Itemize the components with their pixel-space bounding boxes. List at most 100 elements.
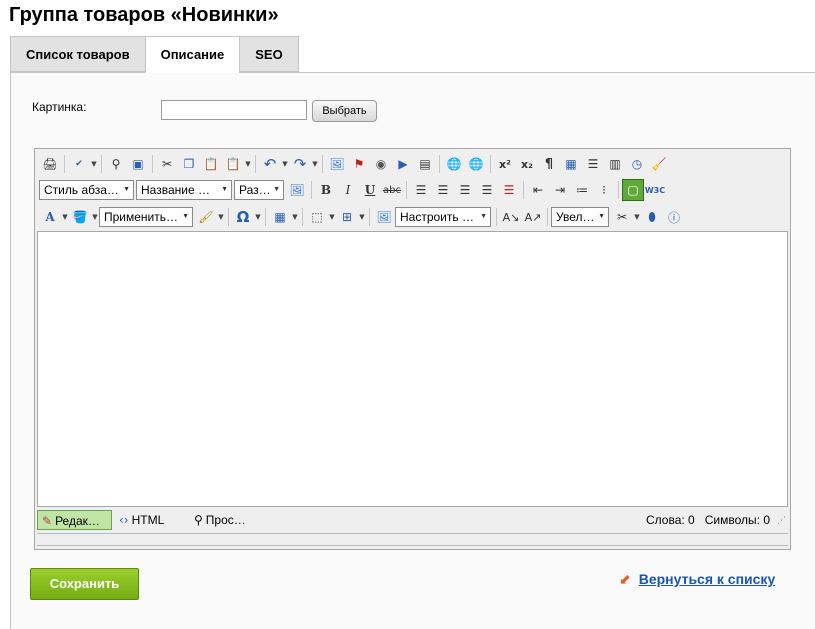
page-break-icon[interactable]: ▥ (604, 153, 626, 175)
back-to-list-link[interactable]: Вернуться к списку (639, 571, 776, 587)
table-properties-dropdown-icon[interactable]: ▼ (328, 206, 336, 228)
insert-element-dropdown-icon[interactable]: ▼ (358, 206, 366, 228)
tab-bar: Список товаров Описание SEO (10, 36, 299, 73)
print-icon[interactable]: 🖨 (39, 153, 61, 175)
magnifier-icon: ⚲ (194, 513, 203, 527)
word-char-counts: Слова: 0 Символы: 0 (646, 513, 770, 527)
line-spacing-icon[interactable]: ☰ (498, 179, 520, 201)
strikethrough-icon[interactable]: abc (381, 179, 403, 201)
paste-icon[interactable]: 📋 (200, 153, 222, 175)
format-brush-icon[interactable]: 🖌 (195, 206, 217, 228)
text-color-dropdown-icon[interactable]: ▼ (61, 206, 69, 228)
toolbar-row-1: 🖨 ✔ ▼ ⚲ ▣ ✂ ❐ 📋 📋 ▼ ↶ ▼ ↷ ▼ 🖼 ⚑ ◉ ▶ ▤ 🌐 … (39, 152, 670, 176)
zoom-select[interactable]: Увел… ▼ (551, 207, 609, 227)
image-input[interactable] (161, 100, 307, 120)
w3c-validate-icon[interactable]: W3C (644, 179, 666, 201)
redo-dropdown-icon[interactable]: ▼ (311, 153, 319, 175)
image-label: Картинка: (32, 100, 87, 114)
back-to-list: ⬋ Вернуться к списку (619, 571, 775, 588)
tab-product-list[interactable]: Список товаров (10, 36, 145, 72)
date-time-icon[interactable]: ◷ (626, 153, 648, 175)
image-editor-icon[interactable]: 🖼 (286, 179, 308, 201)
insert-element-icon[interactable]: ⊞ (336, 206, 358, 228)
toolbar-row-2: Стиль абза… ▼ Название … ▼ Раз… ▼ 🖼 B I U a… (39, 178, 666, 202)
undo-icon[interactable]: ↶ (259, 153, 281, 175)
italic-icon[interactable]: I (337, 179, 359, 201)
align-center-icon[interactable]: ☰ (432, 179, 454, 201)
description-panel: Картинка: Выбрать 🖨 ✔ ▼ ⚲ ▣ ✂ ❐ 📋 📋 ▼ ↶ … (10, 72, 815, 629)
table-icon[interactable]: ▦ (269, 206, 291, 228)
save-button[interactable]: Сохранить (30, 568, 139, 600)
bullet-list-icon[interactable]: ⁝ (593, 179, 615, 201)
paragraph-mark-icon[interactable]: ¶ (538, 153, 560, 175)
spellcheck-icon[interactable]: ✔ (68, 153, 90, 175)
font-name-select[interactable]: Название … ▼ (136, 180, 232, 200)
find-icon[interactable]: ⚲ (105, 153, 127, 175)
outdent-icon[interactable]: ⇤ (527, 179, 549, 201)
font-size-select[interactable]: Раз… ▼ (234, 180, 284, 200)
snippets-icon[interactable]: ✂ (611, 206, 633, 228)
convert-to-upper-icon[interactable]: A↘ (500, 206, 522, 228)
snippets-dropdown-icon[interactable]: ▼ (633, 206, 641, 228)
toggle-borders-icon[interactable]: ▢ (622, 179, 644, 201)
paste-dropdown-icon[interactable]: ▼ (244, 153, 252, 175)
image-map-icon[interactable]: 🖼 (373, 206, 395, 228)
text-color-icon[interactable]: A (39, 206, 61, 228)
table-dropdown-icon[interactable]: ▼ (291, 206, 299, 228)
about-icon[interactable]: ⓘ (663, 206, 685, 228)
code-icon: ‹› (119, 513, 129, 527)
clean-format-icon[interactable]: 🧹 (648, 153, 670, 175)
copy-icon[interactable]: ❐ (178, 153, 200, 175)
mode-preview-button[interactable]: ⚲ Прос… (190, 510, 250, 530)
template-icon[interactable]: ▤ (414, 153, 436, 175)
back-arrow-icon: ⬋ (619, 572, 631, 588)
paragraph-style-select[interactable]: Стиль абза… ▼ (39, 180, 134, 200)
mode-edit-button[interactable]: ✎ Редак… (37, 510, 112, 530)
flash-icon[interactable]: ◉ (370, 153, 392, 175)
cut-icon[interactable]: ✂ (156, 153, 178, 175)
background-color-icon[interactable]: 🪣 (69, 206, 91, 228)
configure-select[interactable]: Настроить … ▼ (395, 207, 491, 227)
editor-content-area[interactable] (37, 231, 788, 507)
unlink-icon[interactable]: 🌐 (465, 153, 487, 175)
apply-style-select[interactable]: Применить… ▼ (99, 207, 193, 227)
resize-grip-icon[interactable]: ⋰ (777, 515, 786, 526)
convert-to-lower-icon[interactable]: A↗ (522, 206, 544, 228)
align-left-icon[interactable]: ☰ (410, 179, 432, 201)
align-justify-icon[interactable]: ☰ (476, 179, 498, 201)
special-char-icon[interactable]: Ω (232, 206, 254, 228)
spellcheck-dropdown-icon[interactable]: ▼ (90, 153, 98, 175)
special-char-dropdown-icon[interactable]: ▼ (254, 206, 262, 228)
align-right-icon[interactable]: ☰ (454, 179, 476, 201)
indent-icon[interactable]: ⇥ (549, 179, 571, 201)
mode-html-button[interactable]: ‹› HTML (115, 510, 168, 530)
image-icon[interactable]: 🖼 (326, 153, 348, 175)
bold-icon[interactable]: B (315, 179, 337, 201)
words-count: Слова: 0 (646, 513, 695, 527)
horizontal-rule-icon[interactable]: ☰ (582, 153, 604, 175)
background-color-dropdown-icon[interactable]: ▼ (91, 206, 99, 228)
link-icon[interactable]: 🌐 (443, 153, 465, 175)
tab-description[interactable]: Описание (144, 36, 240, 73)
redo-icon[interactable]: ↷ (289, 153, 311, 175)
wysiwyg-editor: 🖨 ✔ ▼ ⚲ ▣ ✂ ❐ 📋 📋 ▼ ↶ ▼ ↷ ▼ 🖼 ⚑ ◉ ▶ ▤ 🌐 … (34, 148, 791, 550)
module-manager-icon[interactable]: ⬮ (641, 206, 663, 228)
media-icon[interactable]: ▶ (392, 153, 414, 175)
insert-anchor-icon[interactable]: ⚑ (348, 153, 370, 175)
format-brush-dropdown-icon[interactable]: ▼ (217, 206, 225, 228)
tab-seo[interactable]: SEO (239, 36, 299, 72)
undo-dropdown-icon[interactable]: ▼ (281, 153, 289, 175)
underline-icon[interactable]: U (359, 179, 381, 201)
table-properties-icon[interactable]: ⬚ (306, 206, 328, 228)
superscript-icon[interactable]: x² (494, 153, 516, 175)
chars-count: Символы: 0 (704, 513, 770, 527)
clipboard-icon[interactable]: ▦ (560, 153, 582, 175)
choose-button[interactable]: Выбрать (312, 100, 377, 122)
resize-handle[interactable] (37, 545, 788, 546)
numbered-list-icon[interactable]: ≔ (571, 179, 593, 201)
select-all-icon[interactable]: ▣ (127, 153, 149, 175)
toolbar-row-3: A ▼ 🪣 ▼ Применить… ▼ 🖌 ▼ Ω ▼ ▦ ▼ ⬚ ▼ ⊞ ▼ … (39, 205, 685, 229)
paste-special-icon[interactable]: 📋 (222, 153, 244, 175)
page-title: Группа товаров «Новинки» (9, 4, 279, 26)
subscript-icon[interactable]: x₂ (516, 153, 538, 175)
